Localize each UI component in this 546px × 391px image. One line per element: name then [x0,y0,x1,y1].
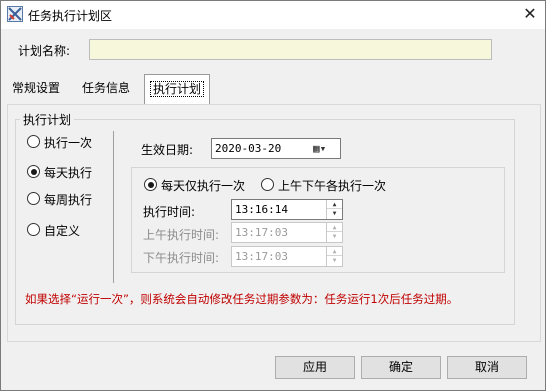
radio-weekly[interactable] [27,192,40,205]
radio-run-once-label: 执行一次 [44,136,93,150]
radio-once-daily[interactable] [144,178,157,191]
spin-arrows-icon: ▲ ▼ [326,247,342,266]
pm-time-value: 13:17:03 [235,250,288,263]
ok-button[interactable]: 确定 [361,356,441,379]
close-button[interactable]: ✕ [519,4,541,24]
app-icon [7,6,23,22]
pm-time-input: 13:17:03 ▲ ▼ [231,246,343,267]
spin-down-icon[interactable]: ▼ [327,209,342,218]
effective-date-label: 生效日期: [141,143,194,157]
group-title: 执行计划 [20,111,75,128]
calendar-icon[interactable]: ▦▾ [313,141,339,156]
spin-up-icon: ▲ [327,223,342,232]
radio-daily-label: 每天执行 [44,166,93,180]
spin-arrows-icon[interactable]: ▲ ▼ [326,200,342,219]
tab-general-settings[interactable]: 常规设置 [7,74,65,104]
effective-date-value: 2020-03-20 [215,142,282,155]
spin-down-icon: ▼ [332,233,337,240]
plan-name-input[interactable] [89,39,492,60]
spin-down-icon: ▼ [332,257,337,264]
cancel-button[interactable]: 取消 [447,356,527,379]
radio-am-pm-label: 上午下午各执行一次 [278,179,387,193]
exec-time-label: 执行时间: [143,205,196,219]
radio-custom-label: 自定义 [44,224,81,238]
dialog-window: 任务执行计划区 ✕ 计划名称: 常规设置 任务信息 执行计划 执行计划 执行一次… [0,0,546,391]
radio-weekly-label: 每周执行 [44,193,93,207]
window-title: 任务执行计划区 [28,9,113,23]
radio-once-daily-label: 每天仅执行一次 [161,179,246,193]
tab-label: 任务信息 [82,81,131,95]
spin-up-icon[interactable]: ▲ [327,200,342,209]
expiry-note: 如果选择“运行一次”，则系统会自动修改任务过期参数为：任务运行1次后任务过期。 [25,292,459,306]
effective-date-picker[interactable]: 2020-03-20 ▦▾ [211,138,341,159]
spin-arrows-icon: ▲ ▼ [326,223,342,242]
tab-label: 执行计划 [150,81,205,97]
tab-task-info[interactable]: 任务信息 [77,74,135,104]
pm-time-label: 下午执行时间: [143,251,220,265]
am-time-value: 13:17:03 [235,226,288,239]
am-time-label: 上午执行时间: [143,228,220,242]
radio-custom[interactable] [27,223,40,236]
exec-time-input[interactable]: 13:16:14 ▲ ▼ [231,199,343,220]
radio-run-once[interactable] [27,135,40,148]
vertical-divider [113,131,114,283]
tab-label: 常规设置 [12,81,61,95]
apply-button[interactable]: 应用 [275,356,355,379]
title-bar: 任务执行计划区 ✕ [1,1,545,29]
radio-daily[interactable] [27,165,40,178]
exec-time-value: 13:16:14 [235,203,288,216]
plan-name-label: 计划名称: [18,44,71,58]
radio-am-pm[interactable] [261,178,274,191]
tab-execution-plan[interactable]: 执行计划 [144,74,211,105]
spin-up-icon: ▲ [327,247,342,256]
am-time-input: 13:17:03 ▲ ▼ [231,222,343,243]
